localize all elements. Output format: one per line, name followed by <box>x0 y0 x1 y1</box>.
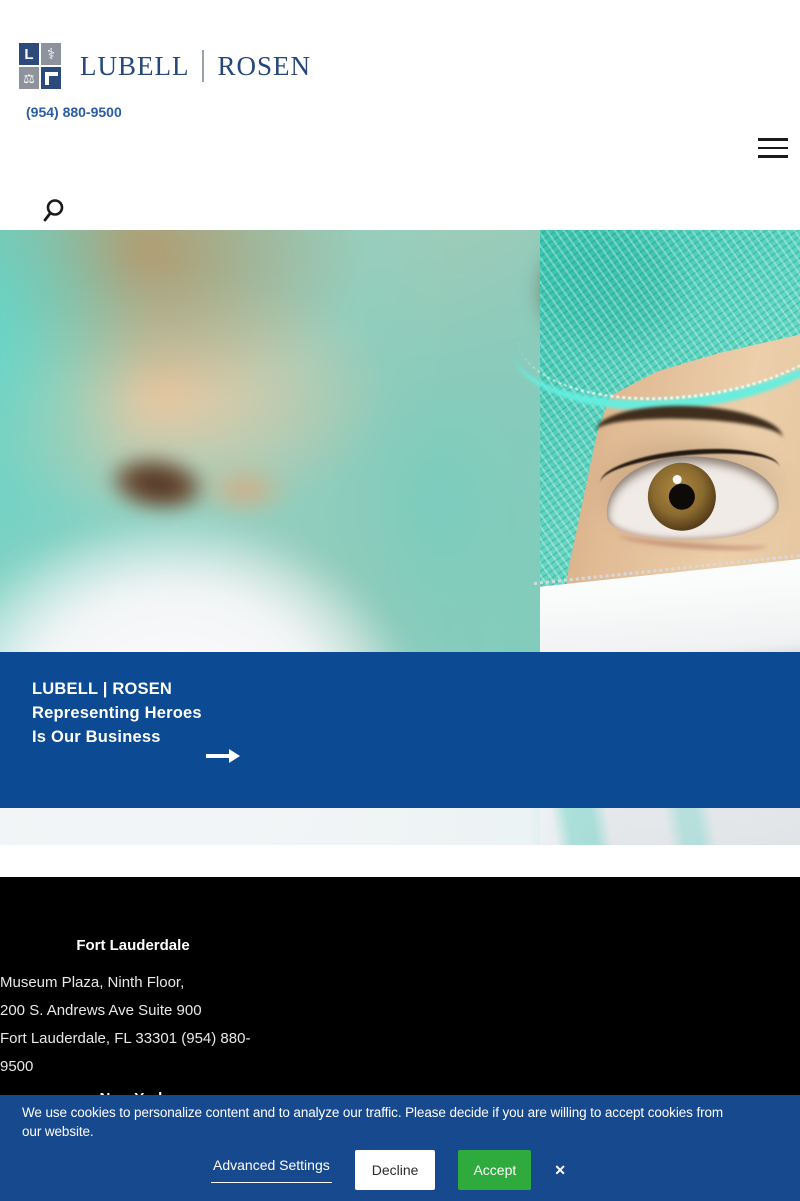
office-address-fort-lauderdale: Museum Plaza, Ninth Floor, 200 S. Andrew… <box>0 969 266 1081</box>
close-icon[interactable]: ✕ <box>554 1163 566 1177</box>
hero-overlay-band: LUBELL | ROSEN Representing Heroes Is Ou… <box>0 652 800 808</box>
menu-button[interactable] <box>758 138 788 160</box>
decline-button[interactable]: Decline <box>355 1150 436 1190</box>
logo-corner-tile <box>41 67 61 89</box>
hero-title-line3: Is Our Business <box>32 725 202 749</box>
cookie-actions: Advanced Settings Decline Accept ✕ <box>32 1150 745 1190</box>
address-line: Museum Plaza, Ninth Floor, <box>0 969 266 997</box>
logo[interactable]: L ⚕ ⚖ LUBELL ROSEN <box>19 43 311 89</box>
office-city-fort-lauderdale: Fort Lauderdale <box>0 937 266 954</box>
hero-slider: LUBELL | ROSEN Representing Heroes Is Ou… <box>0 230 800 845</box>
cookie-banner: We use cookies to personalize content an… <box>0 1095 800 1201</box>
hero-title: LUBELL | ROSEN Representing Heroes Is Ou… <box>32 677 202 749</box>
logo-word-lubell: LUBELL <box>80 51 189 82</box>
search-icon <box>40 197 67 224</box>
advanced-settings-link[interactable]: Advanced Settings <box>211 1157 332 1183</box>
hero-title-line1: LUBELL | ROSEN <box>32 677 202 701</box>
logo-icon: L ⚕ ⚖ <box>19 43 61 89</box>
logo-separator <box>202 50 204 82</box>
hero-title-line2: Representing Heroes <box>32 701 202 725</box>
cookie-message: We use cookies to personalize content an… <box>22 1104 745 1141</box>
scales-icon: ⚖ <box>19 67 39 89</box>
search-button[interactable] <box>40 197 67 224</box>
address-line: Fort Lauderdale, FL 33301 (954) 880- <box>0 1025 266 1053</box>
address-line: 9500 <box>0 1053 266 1081</box>
hero-bottom-wash <box>0 808 800 845</box>
menu-bar <box>758 155 788 158</box>
arrow-right-icon[interactable] <box>206 754 230 758</box>
logo-word-rosen: ROSEN <box>217 51 311 82</box>
logo-letter-tile: L <box>19 43 39 65</box>
background-surgeon-cheek <box>200 465 290 515</box>
corner-glyph <box>45 72 58 85</box>
office-column: Fort Lauderdale Museum Plaza, Ninth Floo… <box>0 877 266 1107</box>
menu-bar <box>758 147 788 150</box>
menu-bar <box>758 138 788 141</box>
caduceus-icon: ⚕ <box>41 43 61 65</box>
address-line: 200 S. Andrews Ave Suite 900 <box>0 997 266 1025</box>
logo-wordmark: LUBELL ROSEN <box>80 50 311 82</box>
site-header: L ⚕ ⚖ LUBELL ROSEN (954) 880-9500 <box>0 0 800 230</box>
accept-button[interactable]: Accept <box>458 1150 531 1190</box>
phone-link[interactable]: (954) 880-9500 <box>26 104 122 120</box>
